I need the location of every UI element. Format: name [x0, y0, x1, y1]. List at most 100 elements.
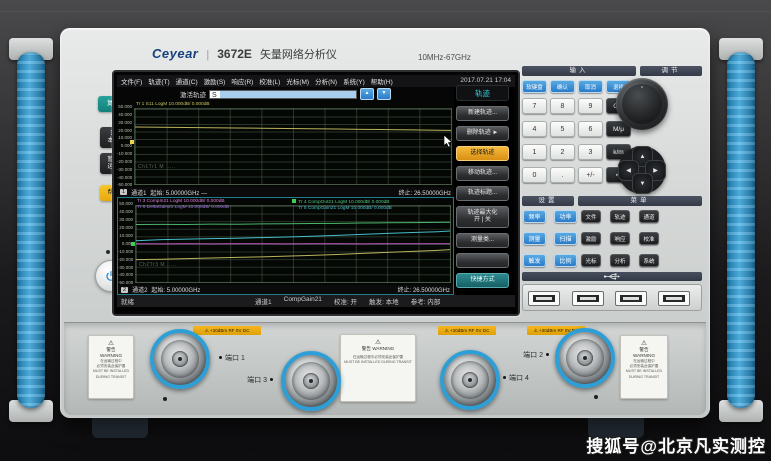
softkey-column: 轨迹 新建轨迹...删除轨迹 ►选择轨迹移动轨迹...轨迹标题...轨迹最大化 … — [456, 85, 509, 293]
y-tick-label: 10.000 — [118, 234, 133, 239]
softkey-button[interactable]: 移动轨迹... — [456, 166, 509, 181]
numpad-key[interactable]: 6 — [578, 121, 603, 137]
rotary-knob[interactable] — [616, 78, 668, 130]
start-frequency: 起始: 5.00000GHz — [151, 285, 200, 294]
menu-item[interactable]: 文件(F) — [121, 76, 142, 86]
menu-key[interactable]: 分析 — [610, 254, 630, 267]
power-led — [106, 250, 110, 254]
menu-item[interactable]: 通道(C) — [176, 76, 198, 86]
product-title: 矢量网络分析仪 — [260, 46, 337, 62]
settings-key[interactable]: 频率 — [523, 210, 546, 223]
settings-key-grid: 频率 功率 测量 扫描 触发 比例 — [523, 210, 577, 267]
status-item: 校准: 开 — [334, 296, 357, 306]
active-trace-marker — [292, 199, 296, 203]
menu-key[interactable]: 激励 — [581, 232, 601, 245]
numpad-key[interactable]: 5 — [550, 121, 575, 137]
menu-key[interactable]: 系统 — [639, 254, 659, 267]
spin-down-button[interactable]: ▼ — [377, 88, 391, 100]
warning-text-en: MUST BE INSTALLED — [90, 369, 132, 374]
spin-up-button[interactable]: ▲ — [360, 88, 374, 100]
y-tick-label: -30.000 — [118, 266, 133, 271]
lcd-screen: 文件(F) 轨迹(T) 通道(C) 激励(S) 响应(R) 校准(L) 光标(M… — [112, 70, 520, 316]
knob-face — [622, 84, 662, 124]
settings-key[interactable]: 测量 — [523, 232, 546, 245]
transit-warning-sticker: ⚠ 警告 WARNING 在运输过程中 必须安装此保护罩 MUST BE INS… — [620, 335, 668, 399]
photo-background: Ceyear | 3672E 矢量网络分析仪 10MHz-67GHz 复位 宏 … — [0, 0, 771, 461]
arrow-down-key[interactable]: ▼ — [632, 173, 653, 194]
menu-item[interactable]: 激励(S) — [204, 76, 226, 86]
port-1-label: 端口 1 — [216, 353, 245, 363]
section-settings: 设置 — [522, 196, 574, 206]
menu-key[interactable]: 文件 — [581, 210, 601, 223]
connector-deck: ⚠ +30dBm RF 0V DC ⚠ +30dBm RF 0V DC ⚠ +3… — [64, 322, 706, 415]
start-frequency: 起始: 5.00000GHz — — [150, 188, 207, 197]
numpad-key[interactable]: 8 — [550, 98, 575, 114]
menu-key[interactable]: 响应 — [610, 232, 630, 245]
usb-port — [615, 291, 647, 306]
settings-key[interactable]: 功率 — [554, 210, 577, 223]
menu-key[interactable]: 光标 — [581, 254, 601, 267]
menu-item[interactable]: 帮助(H) — [371, 76, 393, 86]
entry-key[interactable]: 软键盘 — [522, 80, 547, 93]
menu-key[interactable]: 轨迹 — [610, 210, 630, 223]
top-bezel: Ceyear | 3672E 矢量网络分析仪 — [152, 46, 337, 62]
index-dot — [219, 356, 222, 359]
softkey-button[interactable]: 测量类... — [456, 233, 509, 248]
menu-item[interactable]: 响应(R) — [231, 76, 253, 86]
section-menu: 菜单 — [578, 196, 702, 206]
settings-key[interactable]: 扫描 — [554, 232, 577, 245]
model-number: 3672E — [217, 47, 252, 61]
softkey-button[interactable]: 轨迹最大化 开 | 关 — [456, 206, 509, 228]
connector-pin — [309, 379, 313, 383]
frequency-range-label: 10MHz-67GHz — [418, 53, 471, 62]
rf-limit-label: ⚠ +30dBm RF 0V DC — [438, 326, 496, 335]
y-tick-label: 40.000 — [118, 210, 133, 215]
brand-logo: Ceyear — [152, 46, 198, 61]
legend-right: Tr 4 CompOut21 LogM 10.000dB/ 0.000dB Tr… — [292, 199, 392, 212]
usb-port — [528, 291, 560, 306]
settings-key[interactable]: 比例 — [554, 254, 577, 267]
section-input: 输入 — [522, 66, 636, 76]
numpad-key[interactable]: 0 — [522, 167, 547, 183]
menu-item[interactable]: 光标(M) — [286, 76, 309, 86]
numpad-key[interactable]: 4 — [522, 121, 547, 137]
numpad-key[interactable]: 2 — [550, 144, 575, 160]
softkey-button[interactable]: 选择轨迹 — [456, 146, 509, 161]
graph2-annotation: Ch2Tr3 M ..... — [139, 262, 176, 268]
entry-key[interactable]: 确认 — [550, 80, 575, 93]
menu-item[interactable]: 系统(Y) — [343, 76, 365, 86]
rf-port-1-connector — [150, 329, 210, 389]
menu-key[interactable]: 校准 — [639, 232, 659, 245]
entry-key[interactable]: 取消 — [578, 80, 603, 93]
status-bar: 就绪 通道1CompGain21校准: 开触发: 本地参考: 内部 — [117, 295, 515, 307]
numpad-key[interactable]: . — [550, 167, 575, 183]
menu-item[interactable]: 分析(N) — [315, 76, 337, 86]
menu-item[interactable]: 校准(L) — [259, 76, 280, 86]
numpad-key[interactable]: +/- — [578, 167, 603, 183]
numpad-key[interactable]: 3 — [578, 144, 603, 160]
numpad-key[interactable]: 1 — [522, 144, 547, 160]
status-items: 通道1CompGain21校准: 开触发: 本地参考: 内部 — [255, 296, 440, 306]
settings-key[interactable]: 触发 — [523, 254, 546, 267]
trace-plot — [135, 109, 451, 184]
softkey-button[interactable]: 新建轨迹... — [456, 106, 509, 121]
status-ready: 就绪 — [121, 296, 134, 306]
y-tick-label: 50.000 — [118, 202, 133, 207]
softkey-button[interactable]: 轨迹标题... — [456, 186, 509, 201]
carry-handle-left — [9, 38, 53, 422]
softkey-button[interactable] — [456, 253, 509, 268]
menu-item[interactable]: 轨迹(T) — [148, 76, 169, 86]
softkey-button[interactable]: 快捷方式 — [456, 273, 509, 288]
softkey-button[interactable]: 删除轨迹 ► — [456, 126, 509, 141]
port-3-label: 端口 3 — [228, 375, 276, 385]
index-dot — [503, 376, 506, 379]
y-tick-label: -20.000 — [117, 160, 132, 165]
y-tick-label: 40.000 — [117, 113, 132, 118]
numpad-key[interactable]: 9 — [578, 98, 603, 114]
menu-key[interactable]: 通道 — [639, 210, 659, 223]
active-trace-input[interactable]: S — [209, 90, 357, 99]
active-trace-label: 激活轨迹 — [180, 89, 206, 99]
numpad-key[interactable]: 7 — [522, 98, 547, 114]
connector-pin — [583, 356, 587, 360]
warning-text-en: MUST BE INSTALLED — [622, 369, 666, 374]
